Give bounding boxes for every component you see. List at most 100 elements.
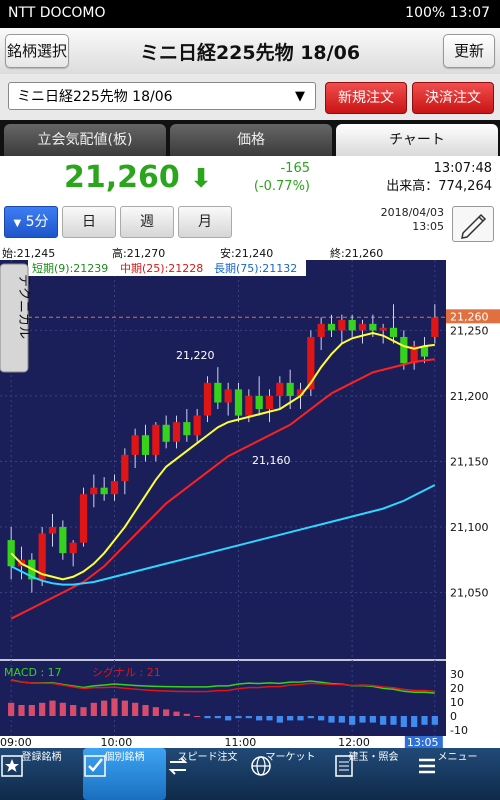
candlestick-chart[interactable]: 21,25021,20021,15021,10021,05021,2602010… bbox=[0, 260, 500, 748]
ohlc-high: 高:21,270 bbox=[112, 247, 166, 260]
period-bar: ▼ 5分 日 週 月 2018/04/03 13:05 bbox=[0, 202, 500, 244]
change-percent: (-0.77%) bbox=[253, 179, 310, 194]
macd-bar bbox=[421, 716, 428, 725]
quote-time: 13:07:48 bbox=[433, 161, 492, 176]
current-price: 21,260 ⬇ bbox=[64, 160, 212, 195]
macd-tick-label: 20 bbox=[450, 682, 464, 695]
refresh-button[interactable]: 更新 bbox=[443, 34, 495, 68]
change-value: -165 bbox=[280, 161, 310, 176]
macd-bar bbox=[349, 716, 356, 725]
period-week-button[interactable]: 週 bbox=[120, 206, 174, 238]
macd-bar bbox=[287, 716, 294, 721]
nav-menu[interactable]: メニュー bbox=[415, 748, 500, 800]
dropdown-arrow-icon: ▼ bbox=[295, 89, 305, 104]
candle-body bbox=[48, 526, 57, 534]
macd-bar bbox=[318, 716, 325, 721]
macd-bar bbox=[297, 716, 304, 721]
last-price-label: 21,260 bbox=[450, 310, 489, 323]
nav-individual[interactable]: 個別銘柄 bbox=[83, 748, 166, 800]
checkbox-icon bbox=[84, 755, 106, 777]
candle-body bbox=[7, 540, 15, 567]
macd-bar bbox=[152, 707, 159, 716]
page-title: ミニ日経225先物 18/06 bbox=[139, 42, 361, 64]
arrows-icon bbox=[168, 757, 188, 775]
annotation-low: 21,160 bbox=[252, 454, 291, 467]
macd-bar bbox=[214, 716, 221, 719]
candle-body bbox=[59, 526, 67, 554]
macd-bar bbox=[142, 705, 149, 716]
tab-bar: 立会気配値(板) 価格 チャート bbox=[0, 120, 500, 156]
down-arrow-icon: ⬇ bbox=[190, 164, 213, 194]
y-axis: 21,250 21,200 21,150 21,100 21,050 21,260 2010… bbox=[446, 260, 500, 737]
macd-bar bbox=[8, 702, 15, 716]
macd-bar bbox=[307, 716, 314, 719]
macd-tick-label: 30 bbox=[450, 668, 464, 681]
macd-bar bbox=[28, 705, 35, 716]
tab-price[interactable]: 価格 bbox=[170, 124, 332, 156]
x-tick-label: 13:05 bbox=[407, 736, 439, 748]
tab-order-book[interactable]: 立会気配値(板) bbox=[4, 124, 166, 156]
macd-bar bbox=[18, 705, 25, 716]
macd-bar bbox=[90, 702, 97, 716]
candle-body bbox=[121, 454, 129, 482]
macd-bar bbox=[359, 716, 366, 723]
nav-market[interactable]: マーケット bbox=[249, 748, 332, 800]
x-tick-label: 09:00 bbox=[0, 736, 32, 748]
menu-icon bbox=[419, 758, 435, 774]
status-right: 100% 13:07 bbox=[405, 5, 490, 21]
clock-label: 13:07 bbox=[449, 5, 490, 21]
x-axis: 09:00 10:00 11:00 12:00 13:05 bbox=[0, 736, 500, 748]
draw-tool-button[interactable] bbox=[452, 206, 494, 242]
macd-bar bbox=[266, 716, 273, 721]
candle-body bbox=[286, 382, 294, 396]
candle-body bbox=[110, 481, 119, 495]
candle-body bbox=[276, 382, 284, 396]
selector-bar: ミニ日経225先物 18/06 ▼ 新規注文 決済注文 bbox=[0, 74, 500, 120]
macd-bar bbox=[328, 716, 335, 723]
y-tick-label: 21,250 bbox=[450, 324, 489, 337]
tab-chart[interactable]: チャート bbox=[336, 124, 498, 156]
macd-bar bbox=[173, 711, 180, 716]
select-symbol-button[interactable]: 銘柄選択 bbox=[5, 34, 69, 68]
y-tick-label: 21,050 bbox=[450, 586, 489, 599]
symbol-dropdown[interactable]: ミニ日経225先物 18/06 ▼ bbox=[8, 82, 316, 110]
candle-body bbox=[141, 435, 150, 455]
pencil-icon bbox=[461, 213, 487, 239]
candle-body bbox=[369, 323, 377, 331]
candle-body bbox=[338, 319, 346, 331]
period-day-button[interactable]: 日 bbox=[62, 206, 116, 238]
macd-bar bbox=[80, 707, 87, 716]
x-tick-label: 10:00 bbox=[101, 736, 133, 748]
new-order-button[interactable]: 新規注文 bbox=[325, 82, 407, 114]
macd-bar bbox=[431, 716, 438, 725]
nav-positions[interactable]: 建玉・照会 bbox=[332, 748, 415, 800]
candle-body bbox=[431, 317, 439, 337]
ohlc-low: 安:21,240 bbox=[220, 247, 274, 260]
technical-side-tab-label: テクニカル bbox=[16, 274, 31, 339]
period-5min-label: 5分 bbox=[25, 214, 49, 230]
candle-body bbox=[234, 389, 243, 416]
ohlc-close: 終:21,260 bbox=[330, 247, 384, 260]
period-month-button[interactable]: 月 bbox=[178, 206, 232, 238]
period-5min-dropdown[interactable]: ▼ 5分 bbox=[4, 206, 58, 238]
macd-bar bbox=[183, 713, 190, 716]
document-icon bbox=[335, 755, 353, 777]
chart-area[interactable]: 21,250 21,200 21,150 21,100 21,050 21,260 20 10… bbox=[0, 260, 500, 748]
candle-body bbox=[255, 395, 263, 410]
candle-body bbox=[358, 323, 367, 331]
bottom-nav: 登録銘柄 個別銘柄 スピード注文 マーケット 建玉・照会 メニュー bbox=[0, 748, 500, 800]
candle-body bbox=[131, 435, 139, 455]
candle-body bbox=[162, 424, 170, 442]
candle-body bbox=[183, 422, 191, 436]
macd-bar bbox=[39, 702, 46, 716]
nav-watchlist[interactable]: 登録銘柄 bbox=[0, 748, 83, 800]
nav-speed-order[interactable]: スピード注文 bbox=[166, 748, 249, 800]
technical-side-tab[interactable]: テクニカル bbox=[0, 263, 31, 373]
candle-body bbox=[152, 424, 160, 455]
close-order-button[interactable]: 決済注文 bbox=[412, 82, 494, 114]
candle-body bbox=[317, 323, 325, 337]
status-bar: NTT DOCOMO 100% 13:07 bbox=[0, 0, 500, 28]
macd-bar bbox=[132, 702, 139, 716]
candle-body bbox=[214, 382, 222, 403]
chart-date: 2018/04/03 bbox=[380, 206, 444, 219]
